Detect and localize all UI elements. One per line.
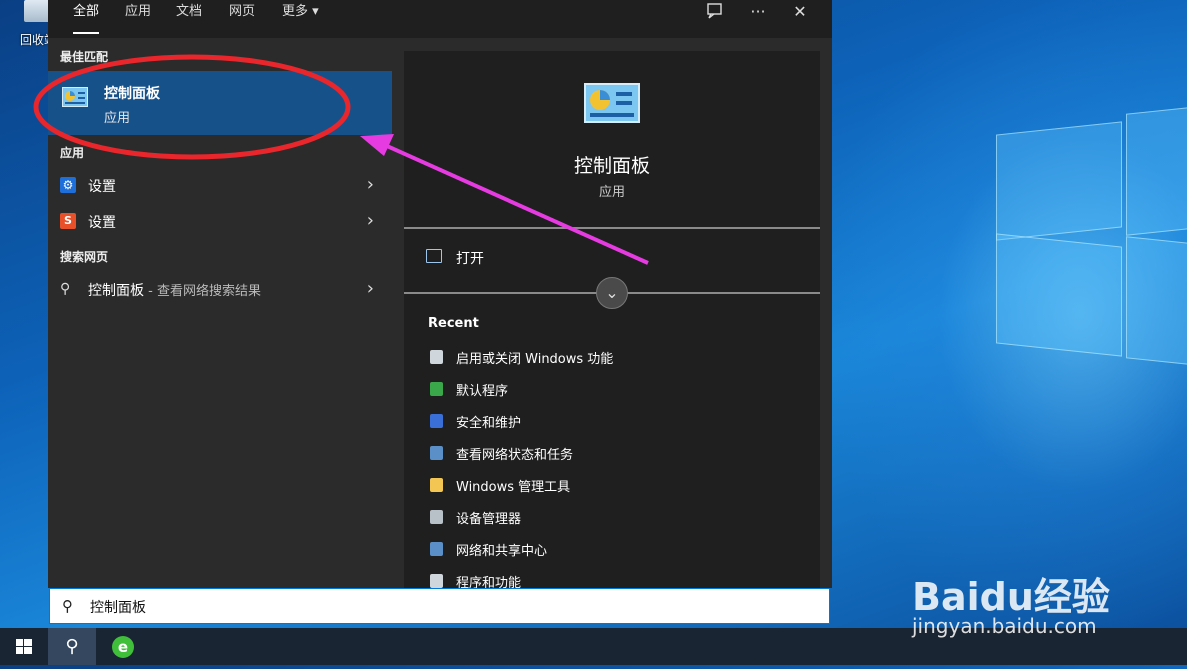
best-match-subtitle: 应用 (104, 111, 131, 126)
app-result-label: 设置 (88, 215, 116, 231)
recent-item-label: 查看网络状态和任务 (456, 448, 574, 463)
best-match-control-panel[interactable]: 控制面板 应用 (48, 71, 392, 135)
settings-gear-icon: ⚙ (60, 177, 76, 193)
recent-header: Recent (428, 316, 479, 331)
recent-item[interactable]: 启用或关闭 Windows 功能 (428, 347, 808, 371)
wallpaper-logo-pane (996, 233, 1122, 357)
recycle-bin-icon (24, 0, 50, 22)
tab-apps[interactable]: 应用 (125, 0, 151, 38)
feedback-icon[interactable] (700, 2, 730, 24)
recent-item[interactable]: 网络和共享中心 (428, 539, 808, 563)
detail-subtitle: 应用 (598, 185, 625, 200)
start-search-panel: 全部 应用 文档 网页 更多 ▾ ··· ✕ 最佳匹配 控制面板 应用 应用 ⚙… (48, 0, 832, 591)
more-options-icon[interactable]: ··· (743, 2, 773, 24)
security-flag-icon (430, 414, 443, 428)
control-panel-icon (62, 87, 88, 107)
recent-item-label: 网络和共享中心 (456, 544, 548, 559)
recent-item[interactable]: 默认程序 (428, 379, 808, 403)
recent-item[interactable]: Windows 管理工具 (428, 475, 808, 499)
recent-item-label: 安全和维护 (456, 416, 522, 431)
recent-item-label: 设备管理器 (456, 512, 522, 527)
web-search-label: 控制面板 - 查看网络搜索结果 (88, 280, 261, 300)
app-result-label: 设置 (88, 179, 116, 195)
detail-title: 控制面板 (573, 155, 650, 177)
search-icon: ⚲ (60, 281, 71, 297)
watermark-brand: Baidu经验 (912, 575, 1110, 619)
wallpaper-logo-pane (996, 121, 1122, 241)
wallpaper-logo-pane (1126, 236, 1187, 366)
control-panel-large-icon (584, 83, 640, 123)
device-manager-icon (430, 510, 443, 524)
chevron-right-icon[interactable]: › (367, 210, 374, 231)
watermark-url: jingyan.baidu.com (912, 614, 1097, 638)
recent-item[interactable]: 安全和维护 (428, 411, 808, 435)
search-tabs-bar: 全部 应用 文档 网页 更多 ▾ ··· ✕ (48, 0, 832, 38)
apps-header: 应用 (60, 146, 85, 160)
chevron-right-icon[interactable]: › (367, 278, 374, 299)
best-match-title: 控制面板 (104, 86, 160, 102)
folder-icon (430, 478, 443, 492)
default-programs-icon (430, 382, 443, 396)
best-match-header: 最佳匹配 (60, 50, 109, 64)
chevron-right-icon[interactable]: › (367, 174, 374, 195)
app-result-settings-sogou[interactable]: S 设置 › (48, 204, 392, 238)
recent-item-label: Windows 管理工具 (456, 480, 571, 495)
detail-pane: 控制面板 应用 打开 ⌄ Recent 启用或关闭 Windows 功能 默认程… (404, 51, 820, 591)
tab-more[interactable]: 更多 ▾ (282, 0, 319, 38)
wallpaper-logo-pane (1126, 106, 1187, 236)
recent-item[interactable]: 设备管理器 (428, 507, 808, 531)
recent-item-label: 默认程序 (456, 384, 509, 399)
baidu-watermark: Baidu经验 jingyan.baidu.com (912, 566, 1110, 638)
network-status-icon (430, 446, 443, 460)
start-button[interactable] (0, 628, 48, 665)
results-list: 最佳匹配 控制面板 应用 应用 ⚙ 设置 › S 设置 › 搜索网页 ⚲ 控制面… (48, 38, 392, 588)
web-search-header: 搜索网页 (60, 250, 109, 264)
open-icon (426, 249, 442, 263)
tab-documents[interactable]: 文档 (176, 0, 202, 38)
open-label: 打开 (456, 251, 484, 267)
sogou-settings-icon: S (60, 213, 76, 229)
tab-web[interactable]: 网页 (229, 0, 255, 38)
web-search-result[interactable]: ⚲ 控制面板 - 查看网络搜索结果 › (48, 272, 392, 306)
search-input[interactable] (88, 594, 792, 620)
app-result-settings[interactable]: ⚙ 设置 › (48, 168, 392, 202)
web-search-suffix: - 查看网络搜索结果 (144, 284, 261, 299)
programs-features-icon (430, 574, 443, 588)
search-icon: ⚲ (62, 597, 73, 615)
recent-item-label: 启用或关闭 Windows 功能 (456, 352, 614, 367)
search-box: ⚲ (49, 588, 830, 624)
close-icon[interactable]: ✕ (785, 2, 815, 24)
expand-chevron-button[interactable]: ⌄ (596, 277, 628, 309)
recent-item[interactable]: 查看网络状态和任务 (428, 443, 808, 467)
windows-features-icon (430, 350, 443, 364)
tab-all[interactable]: 全部 (73, 0, 100, 38)
browser-icon[interactable]: e (112, 636, 134, 658)
taskbar-search-button[interactable]: ⚲ (48, 628, 96, 665)
web-search-query: 控制面板 (88, 283, 144, 299)
windows-logo-icon (16, 639, 32, 654)
network-sharing-icon (430, 542, 443, 556)
divider (404, 227, 820, 229)
